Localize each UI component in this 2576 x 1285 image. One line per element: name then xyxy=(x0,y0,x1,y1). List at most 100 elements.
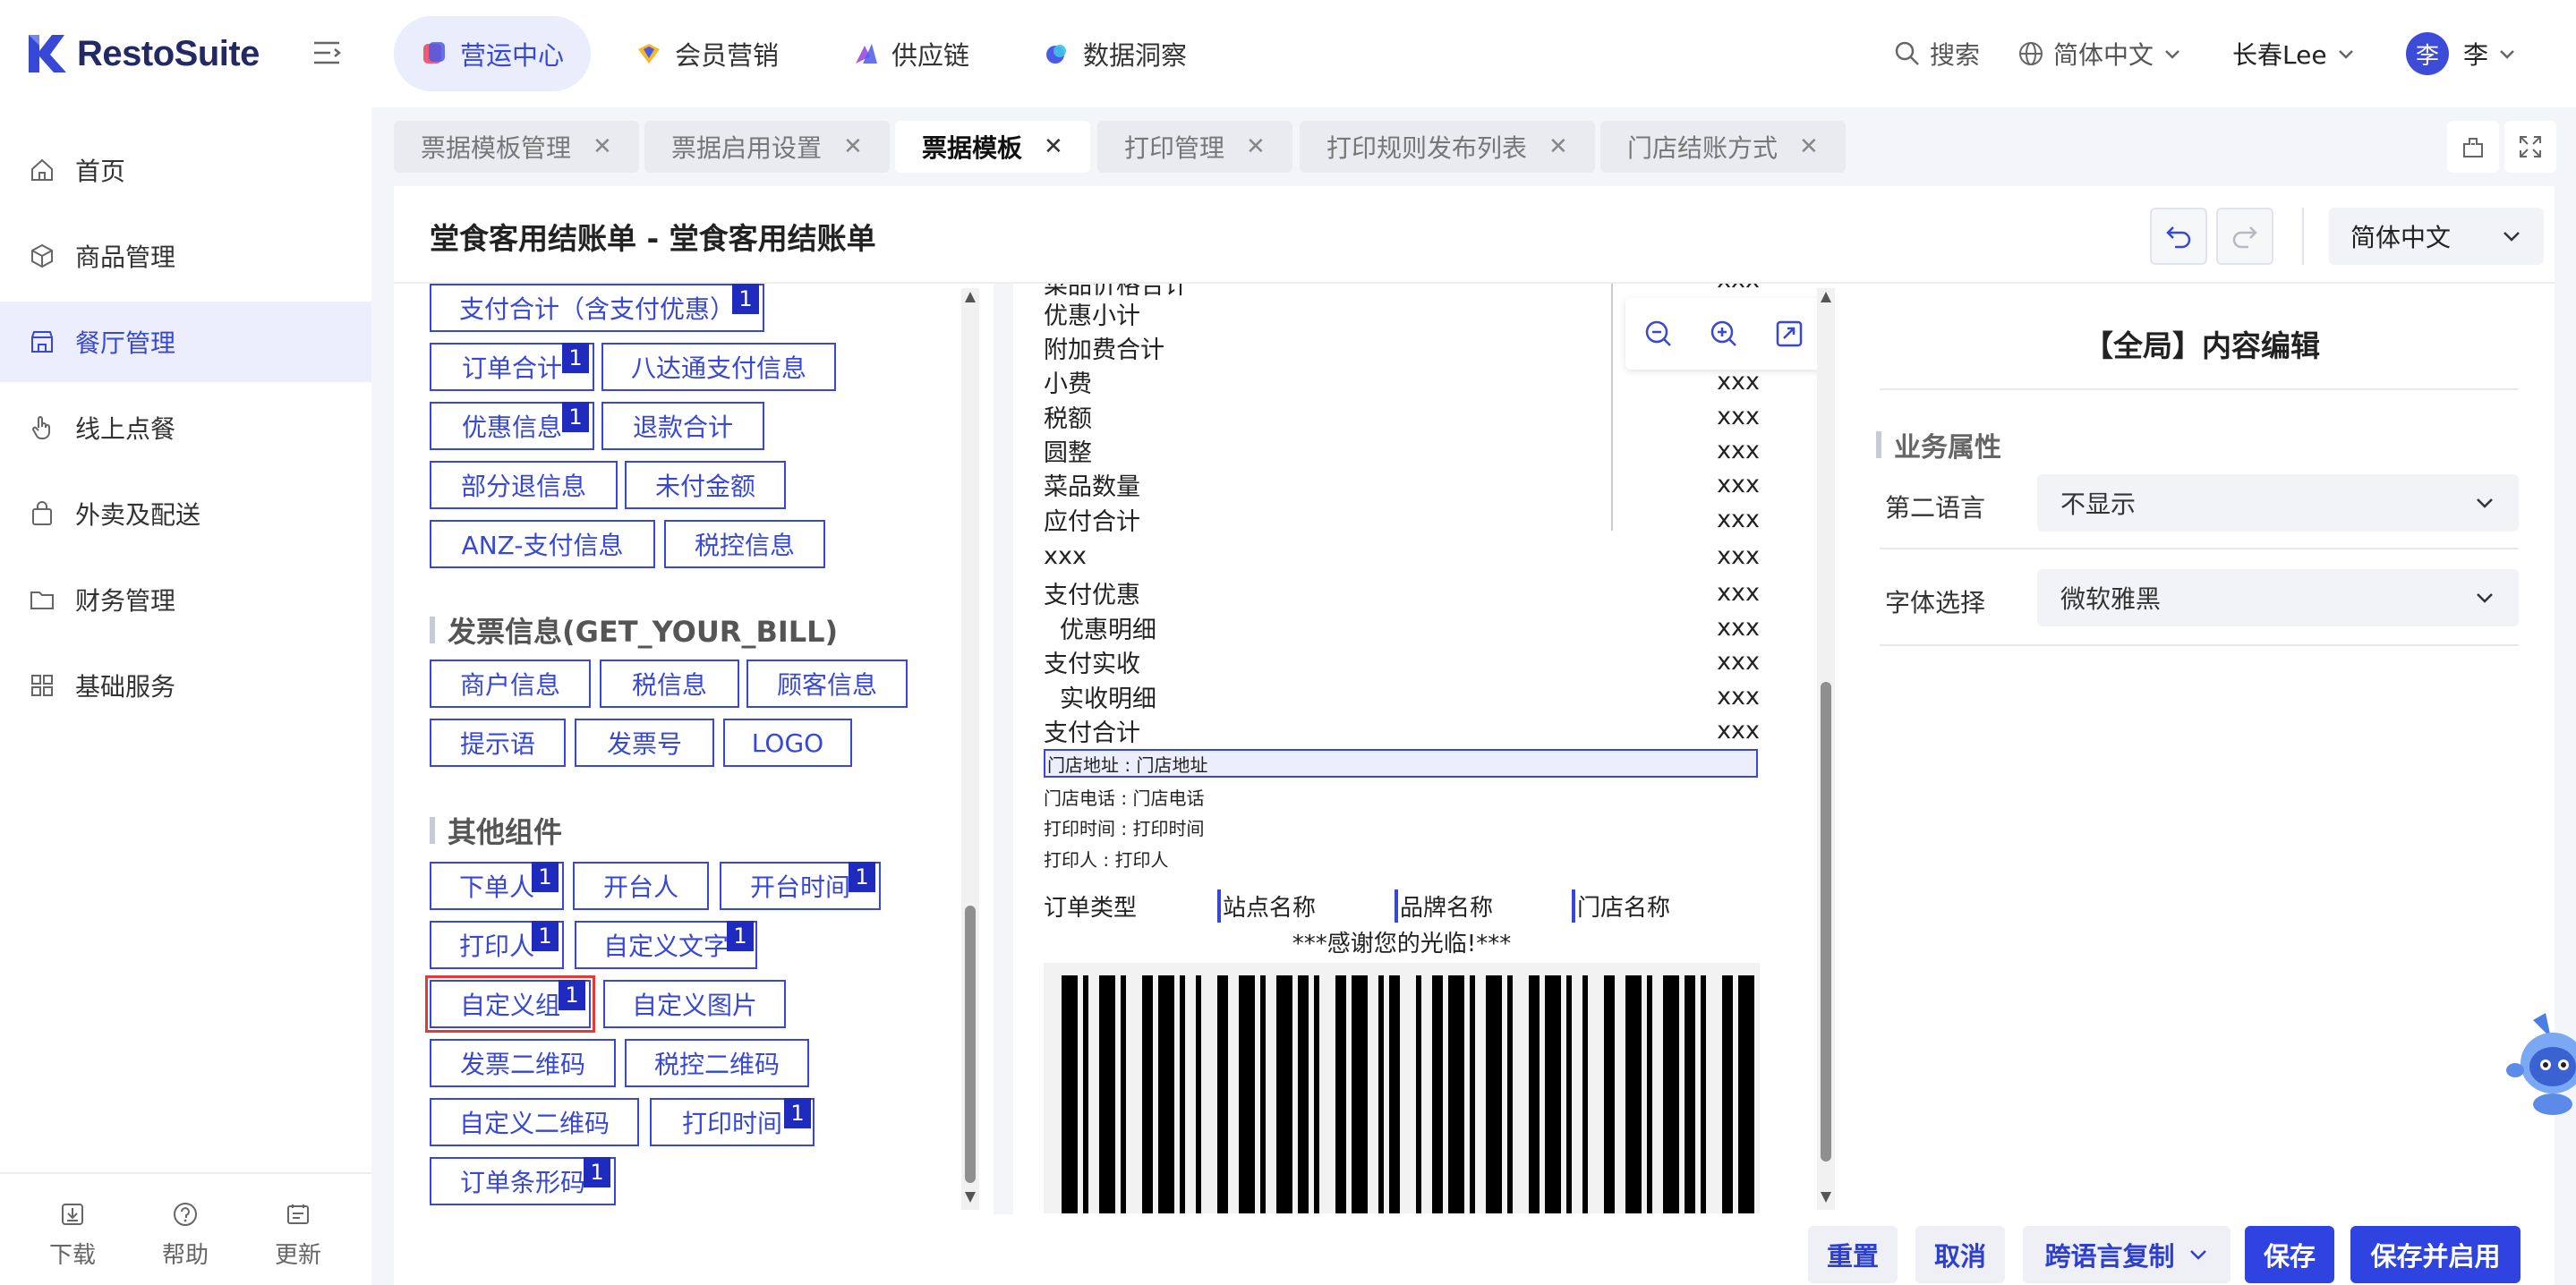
search-icon xyxy=(1895,41,1919,65)
receipt-print-time[interactable]: 打印时间 : 打印时间 xyxy=(1044,814,1204,840)
tab-ticket-enable-settings[interactable]: 票据启用设置 ✕ xyxy=(644,121,890,173)
receipt-barcode[interactable] xyxy=(1044,963,1760,1213)
save-and-enable-button[interactable]: 保存并启用 xyxy=(2350,1226,2521,1283)
zoom-in-icon[interactable] xyxy=(1709,319,1739,349)
component-logo[interactable]: LOGO xyxy=(723,719,852,767)
component-tip-text[interactable]: 提示语 xyxy=(430,719,566,767)
scroll-down-arrow-icon[interactable] xyxy=(965,1192,976,1203)
update-button[interactable]: 更新 xyxy=(249,1201,347,1270)
sidebar-item-restaurant[interactable]: 餐厅管理 xyxy=(0,302,371,382)
component-custom-qrcode[interactable]: 自定义二维码 xyxy=(430,1098,639,1146)
scrollbar-thumb[interactable] xyxy=(1821,682,1831,1162)
component-invoice-qrcode[interactable]: 发票二维码 xyxy=(430,1039,616,1087)
close-icon[interactable]: ✕ xyxy=(843,133,863,160)
component-invoice-number[interactable]: 发票号 xyxy=(575,719,714,767)
component-badge: 1 xyxy=(562,402,589,432)
receipt-row[interactable]: 支付实收 xxx xyxy=(1044,644,1760,678)
nav-tab-data-insight[interactable]: 数据洞察 xyxy=(1017,16,1214,91)
receipt-row[interactable]: 菜品数量 xxx xyxy=(1044,467,1760,501)
nav-tab-member-marketing[interactable]: 会员营销 xyxy=(609,16,806,91)
close-icon[interactable]: ✕ xyxy=(593,133,612,160)
reset-button[interactable]: 重置 xyxy=(1808,1226,1898,1283)
receipt-store-phone[interactable]: 门店电话 : 门店电话 xyxy=(1044,784,1204,810)
language-switcher[interactable]: 简体中文 xyxy=(2017,27,2182,81)
sidebar-item-online-order[interactable]: 线上点餐 xyxy=(0,387,371,468)
scroll-up-arrow-icon[interactable] xyxy=(1821,292,1831,302)
fullscreen-button[interactable] xyxy=(2504,121,2556,173)
receipt-row[interactable]: 圆整 xxx xyxy=(1044,433,1760,467)
app-logo[interactable]: RestoSuite xyxy=(27,27,260,81)
zoom-out-icon[interactable] xyxy=(1643,319,1674,349)
component-refund-total[interactable]: 退款合计 xyxy=(601,402,764,450)
user-menu[interactable]: 李 李 xyxy=(2406,27,2517,81)
component-partial-refund[interactable]: 部分退信息 xyxy=(430,461,618,509)
nav-tab-operations[interactable]: 营运中心 xyxy=(394,16,592,91)
component-tax-info[interactable]: 税信息 xyxy=(600,660,739,708)
redo-button[interactable] xyxy=(2216,208,2273,265)
component-unpaid-amount[interactable]: 未付金额 xyxy=(625,461,786,509)
receipt-row[interactable]: 实收明细 xxx xyxy=(1044,679,1760,713)
scroll-down-arrow-icon[interactable] xyxy=(1821,1192,1831,1203)
component-customer-info[interactable]: 顾客信息 xyxy=(746,660,908,708)
store-switcher[interactable]: 长春Lee xyxy=(2232,27,2356,81)
scrollbar-thumb[interactable] xyxy=(965,906,976,1183)
store-icon xyxy=(31,331,53,353)
receipt-row[interactable]: xxx xxx xyxy=(1044,539,1760,573)
undo-icon xyxy=(2166,226,2191,249)
close-icon[interactable]: ✕ xyxy=(1044,133,1063,160)
receipt-printer[interactable]: 打印人 : 打印人 xyxy=(1044,846,1168,872)
receipt-store-address-selected[interactable]: 门店地址 : 门店地址 xyxy=(1044,749,1758,778)
template-language-select[interactable]: 简体中文 xyxy=(2329,208,2544,265)
component-tax-qrcode[interactable]: 税控二维码 xyxy=(625,1039,809,1087)
sidebar-item-home[interactable]: 首页 xyxy=(0,130,371,210)
component-merchant-info[interactable]: 商户信息 xyxy=(430,660,591,708)
component-anz-payment[interactable]: ANZ-支付信息 xyxy=(430,520,655,568)
sidebar-item-basic-service[interactable]: 基础服务 xyxy=(0,645,371,726)
close-icon[interactable]: ✕ xyxy=(1799,133,1819,160)
save-button[interactable]: 保存 xyxy=(2245,1226,2334,1283)
selected-value: 不显示 xyxy=(2060,489,2137,519)
receipt-row[interactable]: 支付优惠 xxx xyxy=(1044,575,1760,609)
receipt-row[interactable]: 优惠明细 xxx xyxy=(1044,610,1760,644)
collapse-menu-icon[interactable] xyxy=(311,38,342,68)
scroll-up-arrow-icon[interactable] xyxy=(965,292,976,302)
close-icon[interactable]: ✕ xyxy=(1246,133,1266,160)
tab-ticket-template[interactable]: 票据模板 ✕ xyxy=(895,121,1090,173)
receipt-row[interactable]: 税额 xxx xyxy=(1044,399,1760,433)
component-custom-image[interactable]: 自定义图片 xyxy=(603,980,786,1028)
sidebar-item-finance[interactable]: 财务管理 xyxy=(0,559,371,640)
assistant-mascot-icon[interactable] xyxy=(2506,1011,2576,1119)
component-octopus-payment[interactable]: 八达通支付信息 xyxy=(601,343,836,391)
undo-button[interactable] xyxy=(2150,208,2207,265)
receipt-row[interactable]: 支付合计 xxx xyxy=(1044,713,1760,747)
tab-store-checkout-method[interactable]: 门店结账方式 ✕ xyxy=(1600,121,1846,173)
receipt-row[interactable]: 应付合计 xxx xyxy=(1044,502,1760,536)
close-icon[interactable]: ✕ xyxy=(1548,133,1568,160)
home-tab-button[interactable] xyxy=(2447,121,2499,173)
component-tax-control-info[interactable]: 税控信息 xyxy=(664,520,825,568)
receipt-thanks[interactable]: ***感谢您的光临!*** xyxy=(1044,925,1760,958)
help-button[interactable]: 帮助 xyxy=(136,1201,235,1270)
component-payment-total-with-discount[interactable]: 支付合计（含支付优惠） xyxy=(430,284,764,332)
tab-ticket-template-management[interactable]: 票据模板管理 ✕ xyxy=(394,121,639,173)
receipt-store-name[interactable]: 门店名称 xyxy=(1572,889,1670,923)
receipt-order-type[interactable]: 订单类型 xyxy=(1044,889,1137,923)
cross-language-copy-button[interactable]: 跨语言复制 xyxy=(2023,1226,2231,1283)
tab-print-rule-publish-list[interactable]: 打印规则发布列表 ✕ xyxy=(1300,121,1595,173)
component-table-opener[interactable]: 开台人 xyxy=(573,862,709,910)
preview-scrollbar[interactable] xyxy=(1817,288,1835,1210)
component-badge: 1 xyxy=(559,980,585,1010)
receipt-site-name[interactable]: 站点名称 xyxy=(1217,889,1316,923)
sidebar-item-delivery[interactable]: 外卖及配送 xyxy=(0,473,371,554)
component-scrollbar[interactable] xyxy=(961,288,979,1210)
tab-print-management[interactable]: 打印管理 ✕ xyxy=(1097,121,1292,173)
second-language-select[interactable]: 不显示 xyxy=(2037,474,2519,532)
download-button[interactable]: 下载 xyxy=(23,1201,122,1270)
sidebar-item-products[interactable]: 商品管理 xyxy=(0,216,371,296)
search-button[interactable]: 搜索 xyxy=(1894,27,1980,81)
receipt-brand-name[interactable]: 品牌名称 xyxy=(1395,889,1493,923)
nav-tab-supply-chain[interactable]: 供应链 xyxy=(825,16,996,91)
font-select[interactable]: 微软雅黑 xyxy=(2037,569,2519,626)
fit-screen-icon[interactable] xyxy=(1774,319,1804,349)
cancel-button[interactable]: 取消 xyxy=(1915,1226,2005,1283)
